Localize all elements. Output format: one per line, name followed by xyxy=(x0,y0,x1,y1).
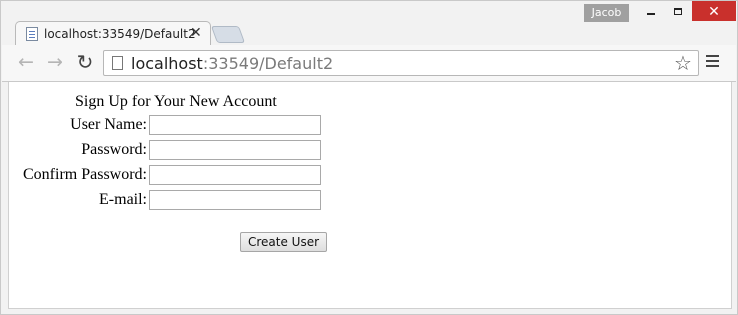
username-label: User Name: xyxy=(70,116,147,133)
password-input[interactable] xyxy=(149,140,321,160)
confirm-password-label: Confirm Password: xyxy=(23,166,147,183)
tab-active[interactable]: localhost:33549/Default2 ✕ xyxy=(15,21,211,46)
address-url: localhost:33549/Default2 xyxy=(131,54,333,73)
maximize-button[interactable] xyxy=(663,1,693,21)
page-icon xyxy=(112,56,123,70)
tab-close-icon[interactable]: ✕ xyxy=(190,25,202,41)
reload-icon[interactable]: ↻ xyxy=(74,50,96,74)
bookmark-star-icon[interactable]: ☆ xyxy=(674,51,692,75)
form-title: Sign Up for Your New Account xyxy=(75,93,277,110)
address-bar[interactable]: localhost:33549/Default2 ☆ xyxy=(103,50,699,76)
back-arrow-icon[interactable]: ← xyxy=(15,51,37,73)
username-input[interactable] xyxy=(149,115,321,135)
page-favicon-icon xyxy=(26,27,38,41)
maximize-icon xyxy=(674,7,682,15)
new-tab-button[interactable] xyxy=(210,26,246,43)
minimize-button[interactable] xyxy=(636,1,666,21)
tab-title: localhost:33549/Default2 xyxy=(44,27,196,41)
email-label: E-mail: xyxy=(99,191,147,208)
forward-arrow-icon[interactable]: → xyxy=(44,51,66,73)
browser-toolbar: ← → ↻ localhost:33549/Default2 ☆ xyxy=(2,45,736,82)
minimize-icon xyxy=(647,13,655,15)
close-window-button[interactable]: ✕ xyxy=(692,1,736,21)
page-viewport: Sign Up for Your New Account User Name: … xyxy=(8,82,732,309)
browser-window: Jacob ✕ localhost:33549/Default2 ✕ ← → ↻… xyxy=(0,0,738,315)
profile-badge[interactable]: Jacob xyxy=(584,4,629,22)
email-input[interactable] xyxy=(149,190,321,210)
url-path: :33549/Default2 xyxy=(202,54,334,73)
confirm-password-input[interactable] xyxy=(149,165,321,185)
create-user-button[interactable]: Create User xyxy=(240,232,327,252)
menu-hamburger-icon[interactable] xyxy=(706,55,719,68)
url-host: localhost xyxy=(131,54,203,73)
password-label: Password: xyxy=(81,141,147,158)
